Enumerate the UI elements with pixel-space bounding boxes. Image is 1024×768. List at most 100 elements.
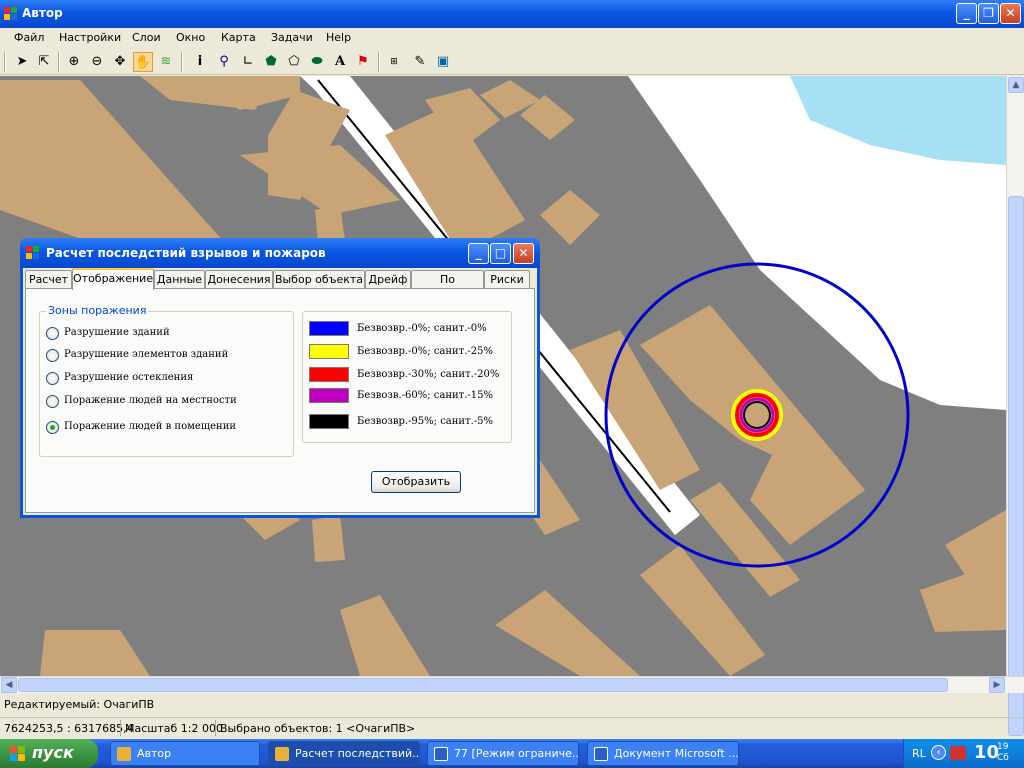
windows-logo-icon <box>10 746 26 762</box>
vertical-scroll-thumb[interactable] <box>1008 196 1024 736</box>
tab-panel-display: Зоны поражения Разрушение зданий Разруше… <box>25 288 535 513</box>
zones-group: Зоны поражения Разрушение зданий Разруше… <box>39 304 294 457</box>
toolbar-separator <box>378 52 380 72</box>
select-arrow-icon[interactable]: ➤ <box>12 52 32 72</box>
menu-file[interactable]: Файл <box>14 31 44 44</box>
menu-help[interactable]: Help <box>326 31 351 44</box>
main-window-titlebar: Автор _ ❐ ✕ <box>0 0 1024 28</box>
legend-swatch <box>309 321 349 336</box>
menu-map[interactable]: Карта <box>221 31 256 44</box>
app-icon <box>117 747 131 761</box>
flag-icon[interactable]: ⚑ <box>353 52 373 72</box>
window-title: Автор <box>22 6 63 20</box>
legend-swatch <box>309 367 349 382</box>
option-label: Поражение людей в помещении <box>64 421 237 432</box>
tab-data[interactable]: Данные <box>154 270 205 289</box>
dialog-titlebar: Расчет последствий взрывов и пожаров _ □… <box>20 238 540 268</box>
zoom-in-icon[interactable]: ⊕ <box>64 52 84 72</box>
task-label: Расчет последствий... <box>295 747 420 760</box>
radio-icon[interactable] <box>46 327 59 340</box>
pan-move-icon[interactable]: ✥ <box>110 52 130 72</box>
language-indicator[interactable]: RL <box>912 747 926 760</box>
app-icon <box>4 7 18 21</box>
word-icon <box>434 747 448 761</box>
legend-label: Безвозвр.-30%; санит.-20% <box>357 369 500 380</box>
tab-object-select[interactable]: Выбор объекта <box>273 270 365 289</box>
option-label: Разрушение остекления <box>64 372 194 383</box>
task-label: 77 [Режим ограниче... <box>454 747 579 760</box>
radio-icon[interactable] <box>46 349 59 362</box>
minimize-button[interactable]: _ <box>956 3 977 24</box>
editable-layer-text: Редактируемый: ОчагиПВ <box>4 698 155 711</box>
menu-settings[interactable]: Настройки <box>59 31 121 44</box>
vertical-scrollbar[interactable]: ▲ <box>1006 76 1024 736</box>
task-label: Документ Microsoft ... <box>614 747 739 760</box>
text-icon[interactable]: A <box>330 52 350 72</box>
zoom-out-icon[interactable]: ⊖ <box>87 52 107 72</box>
image-icon[interactable]: ▣ <box>433 52 453 72</box>
tray-expand-icon[interactable]: ‹ <box>931 745 946 760</box>
dialog-body: Расчет Отображение Данные Донесения Выбо… <box>23 268 537 515</box>
radio-selected-icon[interactable] <box>46 421 59 434</box>
tab-reports[interactable]: Донесения <box>205 270 273 289</box>
menu-layers[interactable]: Слои <box>132 31 161 44</box>
taskbar: пуск Автор Расчет последствий... 77 [Реж… <box>0 739 1024 768</box>
scale-text: Масштаб 1:2 000 <box>125 722 223 735</box>
tab-calc[interactable]: Расчет <box>25 270 72 289</box>
app-icon <box>275 747 289 761</box>
polygon-icon[interactable]: ⬟ <box>261 52 281 72</box>
clock-hours: 10 <box>974 742 1000 763</box>
toolbar-separator <box>181 52 183 72</box>
radio-icon[interactable] <box>46 395 59 408</box>
dialog-maximize-button[interactable]: □ <box>490 243 511 264</box>
toolbar: ➤ ⇱ ⊕ ⊖ ✥ ✋ ≋ i ⚲ ∟ ⬟ ⬠ ⬬ A ⚑ ⊞ ✎ ▣ <box>0 49 1024 75</box>
radio-icon[interactable] <box>46 372 59 385</box>
pin-icon[interactable]: ⚲ <box>214 52 234 72</box>
clock-minutes: 19 <box>997 742 1009 752</box>
dialog-minimize-button[interactable]: _ <box>468 243 489 264</box>
legend-label: Безвозв.-60%; санит.-15% <box>357 390 493 401</box>
hand-icon[interactable]: ✋ <box>133 52 153 72</box>
horizontal-scroll-thumb[interactable] <box>18 678 948 692</box>
option-label: Поражение людей на местности <box>64 395 237 406</box>
ellipse-icon[interactable]: ⬬ <box>307 52 327 72</box>
close-button[interactable]: ✕ <box>1000 3 1021 24</box>
scroll-right-icon[interactable]: ▶ <box>989 677 1005 693</box>
start-button[interactable]: пуск <box>0 739 98 768</box>
legend-swatch <box>309 414 349 429</box>
task-calc[interactable]: Расчет последствий... <box>268 741 420 766</box>
legend-swatch <box>309 344 349 359</box>
task-word-doc[interactable]: Документ Microsoft ... <box>587 741 739 766</box>
restore-button[interactable]: ❐ <box>978 3 999 24</box>
show-button[interactable]: Отобразить <box>371 471 461 493</box>
tab-drift[interactable]: Дрейф <box>365 270 411 289</box>
task-label: Автор <box>137 747 172 760</box>
option-label: Разрушение элементов зданий <box>64 349 229 360</box>
tab-risks[interactable]: Риски <box>484 270 530 289</box>
info-icon[interactable]: i <box>190 52 210 72</box>
option-label: Разрушение зданий <box>64 327 170 338</box>
legend-label: Безвозвр.-0%; санит.-0% <box>357 323 487 334</box>
polygon-outline-icon[interactable]: ⬠ <box>284 52 304 72</box>
task-avtor[interactable]: Автор <box>110 741 260 766</box>
dialog-close-button[interactable]: ✕ <box>513 243 534 264</box>
scroll-left-icon[interactable]: ◀ <box>1 677 17 693</box>
layers-icon[interactable]: ≋ <box>156 52 176 72</box>
tab-display[interactable]: Отображение <box>72 268 154 290</box>
tab-by-area[interactable]: По площади <box>411 270 484 304</box>
menu-tasks[interactable]: Задачи <box>271 31 313 44</box>
scroll-up-icon[interactable]: ▲ <box>1008 77 1024 93</box>
legend-label: Безвозвр.-95%; санит.-5% <box>357 416 494 427</box>
select-multi-icon[interactable]: ⇱ <box>34 52 54 72</box>
legend-swatch <box>309 388 349 403</box>
menu-window[interactable]: Окно <box>176 31 205 44</box>
horizontal-scrollbar[interactable]: ◀ ▶ <box>0 676 1024 693</box>
polyline-icon[interactable]: ∟ <box>238 52 258 72</box>
scale-icon[interactable]: ⊞ <box>384 52 404 72</box>
tray-network-icon[interactable] <box>950 746 966 760</box>
edit-icon[interactable]: ✎ <box>410 52 430 72</box>
task-word-77[interactable]: 77 [Режим ограниче... <box>427 741 579 766</box>
toolbar-grip <box>4 52 6 72</box>
menu-bar: Файл Настройки Слои Окно Карта Задачи He… <box>0 28 1024 48</box>
status-bar: 7624253,5 : 6317685,4 Масштаб 1:2 000 Вы… <box>0 717 1024 739</box>
